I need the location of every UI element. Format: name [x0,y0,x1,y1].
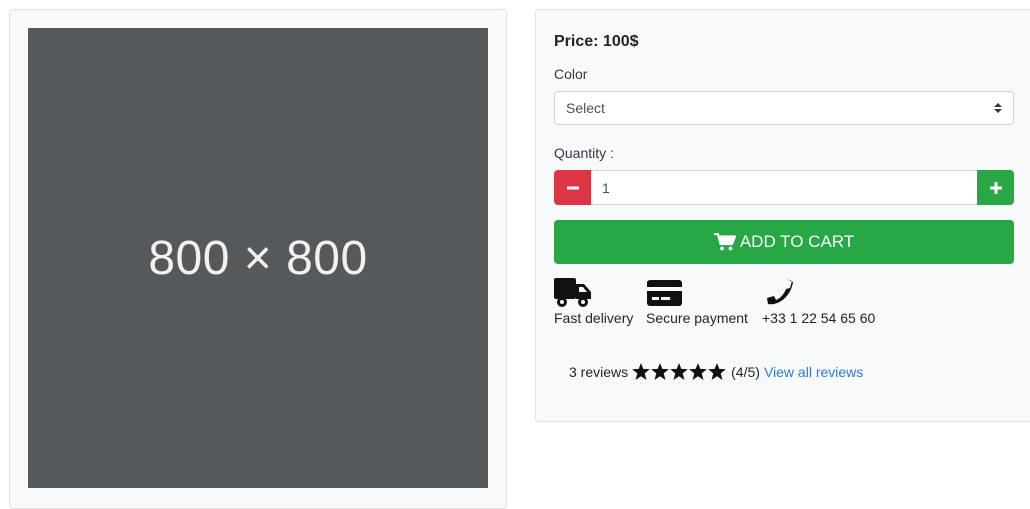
feature-label: Secure payment [646,310,748,326]
feature-label: Fast delivery [554,310,634,326]
placeholder-label: 800 × 800 [148,231,368,285]
truck-icon [554,278,591,307]
review-count: 3 reviews [569,363,629,380]
color-select-value: Select [566,100,605,116]
view-all-reviews-link[interactable]: View all reviews [764,364,863,380]
feature-phone: +33 1 22 54 65 60 [762,278,875,326]
star-icon [689,363,708,380]
star-icon [632,363,651,380]
quantity-input[interactable]: 1 [591,170,977,205]
rating-label: (4/5) [731,363,760,380]
decrease-quantity-button[interactable] [554,170,591,205]
reviews-summary: 3 reviews (4/5) View all reviews [569,363,863,380]
star-icon [708,363,727,380]
feature-fast-delivery: Fast delivery [554,278,633,326]
minus-icon [566,186,579,189]
credit-card-icon [647,280,682,306]
quantity-stepper: 1 [554,170,1014,205]
price-label: Price: 100$ [554,33,639,50]
sort-caret-icon [994,103,1002,113]
phone-icon [767,279,793,305]
quantity-label: Quantity : [554,145,614,161]
product-image-placeholder: 800 × 800 [28,28,488,488]
feature-label: +33 1 22 54 65 60 [762,310,876,326]
star-icon [670,363,689,380]
product-info-card: Price: 100$ Color Select Quantity : 1 AD… [535,9,1030,422]
feature-secure-payment: Secure payment [646,278,748,326]
shopping-cart-icon [713,233,736,251]
increase-quantity-button[interactable] [977,170,1014,205]
plus-icon [989,181,1002,194]
star-icon [651,363,670,380]
add-to-cart-label: ADD TO CART [739,232,855,251]
add-to-cart-button[interactable]: ADD TO CART [554,220,1014,264]
color-label: Color [554,66,588,82]
product-image-card: 800 × 800 [9,9,507,509]
star-rating [632,363,727,380]
color-select[interactable]: Select [554,91,1014,125]
